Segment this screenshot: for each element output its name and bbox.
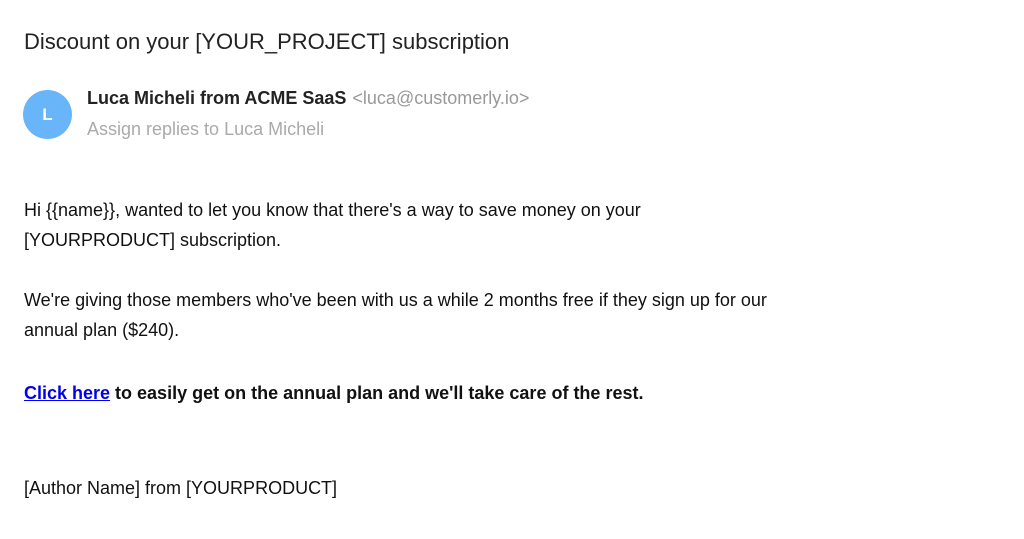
- sender-line: Luca Micheli from ACME SaaS <luca@custome…: [87, 88, 529, 109]
- body-line: Hi {{name}}, wanted to let you know that…: [24, 200, 641, 220]
- body-paragraph-cta: Click here to easily get on the annual p…: [24, 378, 984, 408]
- body-line: We're giving those members who've been w…: [24, 290, 767, 310]
- body-paragraph-greeting: Hi {{name}}, wanted to let you know that…: [24, 195, 984, 255]
- email-subject: Discount on your [YOUR_PROJECT] subscrip…: [24, 29, 510, 54]
- body-line: annual plan ($240).: [24, 320, 180, 340]
- sender-avatar: L: [23, 90, 72, 139]
- click-here-link[interactable]: Click here: [24, 383, 110, 403]
- assign-replies-link[interactable]: Assign replies to Luca Micheli: [87, 119, 324, 140]
- sender-email: <luca@customerly.io>: [352, 88, 530, 108]
- email-view: Discount on your [YOUR_PROJECT] subscrip…: [0, 0, 1024, 539]
- cta-text: to easily get on the annual plan and we'…: [110, 383, 644, 403]
- signature: [Author Name] from [YOURPRODUCT]: [24, 478, 338, 498]
- avatar-initial: L: [42, 104, 53, 124]
- body-paragraph-offer: We're giving those members who've been w…: [24, 285, 984, 345]
- body-line: [YOURPRODUCT] subscription.: [24, 230, 282, 250]
- sender-name: Luca Micheli from ACME SaaS: [87, 88, 347, 108]
